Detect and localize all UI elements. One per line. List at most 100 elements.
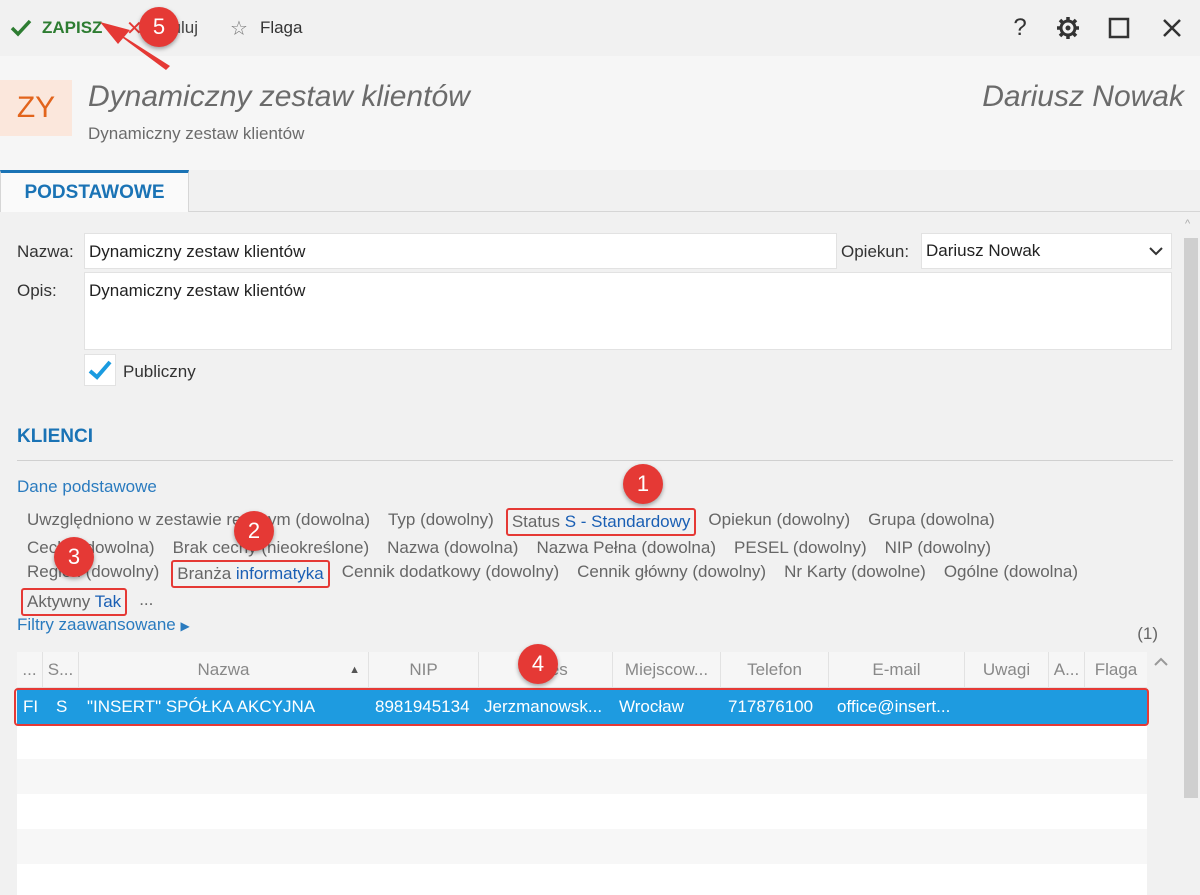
empty-row [17, 759, 1147, 794]
column-header-name[interactable]: Nazwa ▲ [79, 652, 369, 688]
public-label: Publiczny [123, 362, 196, 381]
public-checkbox[interactable] [84, 354, 116, 386]
tab-bar: PODSTAWOWE [0, 170, 1200, 213]
filter-item[interactable]: Aktywny Tak [21, 588, 128, 616]
filter-label: Grupa [868, 510, 916, 529]
filter-suffix: (dowolny) [80, 562, 160, 581]
checkmark-icon [88, 360, 112, 380]
filter-label: Nr Karty [784, 562, 847, 581]
annotation-badge-3: 3 [54, 537, 94, 577]
filter-label: Typ [387, 510, 416, 529]
filter-item[interactable]: NIP (dowolny) [885, 536, 991, 560]
filter-item[interactable]: Uwzględniono w zestawie ręcznym (dowolna… [27, 508, 370, 536]
filter-suffix: (dowolny) [788, 538, 867, 557]
tab-podstawowe[interactable]: PODSTAWOWE [0, 170, 189, 213]
filter-suffix: (dowolna) [915, 510, 995, 529]
sort-ascending-icon: ▲ [349, 664, 360, 676]
star-icon: ☆ [230, 17, 248, 40]
triangle-right-icon: ▶ [180, 619, 190, 633]
filter-suffix: (dowolny) [415, 510, 494, 529]
filter-label: PESEL [734, 538, 789, 557]
filter-suffix: (dowolny) [480, 562, 560, 581]
annotation-badge-1: 1 [623, 464, 663, 504]
opiekun-label: Opiekun: [841, 242, 910, 261]
filter-suffix: (dowolna) [998, 562, 1079, 581]
filter-item[interactable]: Nazwa (dowolna) [387, 536, 518, 560]
opis-textarea[interactable]: Dynamiczny zestaw klientów [84, 272, 1172, 350]
grid-scroll-up-icon[interactable] [1154, 654, 1168, 670]
filter-label: NIP [884, 538, 913, 557]
filter-suffix: (nieokreślone) [256, 538, 370, 557]
filter-row: Cechy (dowolna) Brak cechy (nieokreślone)… [27, 536, 1157, 560]
annotation-box-row [14, 688, 1149, 726]
opiekun-select[interactable]: Dariusz Nowak [921, 233, 1172, 269]
filter-suffix: (dowolny) [912, 538, 992, 557]
page-title: Dynamiczny zestaw klientów [88, 80, 470, 113]
filter-item[interactable]: Grupa (dowolna) [868, 508, 995, 536]
filter-item[interactable]: Region (dowolny) [27, 560, 159, 588]
advanced-filters-link[interactable]: Filtry zaawansowane ▶ [17, 615, 190, 635]
filter-item[interactable]: Opiekun (dowolny) [708, 508, 850, 536]
filter-label: Aktywny [27, 592, 95, 611]
basic-data-link[interactable]: Dane podstawowe [17, 477, 157, 497]
column-header[interactable]: A... [1049, 652, 1085, 688]
filter-suffix: (dowolny) [771, 510, 851, 529]
user-name: Dariusz Nowak [982, 80, 1184, 113]
column-header[interactable]: Flaga [1085, 652, 1147, 688]
filter-item[interactable]: Typ (dowolny) [388, 508, 494, 536]
flag-button[interactable]: ☆ Flaga [230, 16, 302, 40]
filter-label: Status [511, 512, 565, 531]
column-header[interactable]: E-mail [829, 652, 965, 688]
filter-suffix: (dowolna) [636, 538, 716, 557]
filter-item[interactable]: Nr Karty (dowolne) [784, 560, 926, 588]
name-label: Nazwa: [17, 242, 74, 261]
page-subtitle: Dynamiczny zestaw klientów [88, 124, 305, 143]
filter-label: Ogólne [943, 562, 999, 581]
section-title: KLIENCI [17, 426, 93, 447]
section-divider [17, 460, 1173, 461]
filter-label: Cennik dodatkowy [341, 562, 481, 581]
filter-item[interactable]: Cennik dodatkowy (dowolny) [342, 560, 559, 588]
filter-value: S - Standardowy [564, 512, 691, 531]
filter-item[interactable]: ... [139, 588, 153, 616]
scrollbar-thumb[interactable] [1184, 238, 1198, 798]
filter-suffix: (dowolna) [439, 538, 519, 557]
filter-suffix: (dowolna) [290, 510, 370, 529]
filter-label: Nazwa [387, 538, 440, 557]
gear-icon[interactable] [1054, 14, 1082, 42]
help-icon[interactable]: ? [1006, 14, 1034, 42]
annotation-badge-5: 5 [139, 7, 179, 47]
column-header[interactable]: Uwagi [965, 652, 1049, 688]
name-field[interactable]: Dynamiczny zestaw klientów [84, 233, 837, 269]
column-header[interactable]: NIP [369, 652, 479, 688]
scroll-up-icon[interactable]: ^ [1185, 218, 1190, 230]
filter-row: Uwzględniono w zestawie ręcznym (dowolna… [27, 508, 1157, 536]
filter-item[interactable]: Status S - Standardowy [505, 508, 697, 536]
filter-label: ... [139, 590, 154, 609]
advanced-filters-label: Filtry zaawansowane [17, 615, 176, 634]
column-header[interactable]: Telefon [721, 652, 829, 688]
column-header[interactable]: ... [17, 652, 43, 688]
filter-label: Branża [177, 564, 236, 583]
filter-item[interactable]: PESEL (dowolny) [734, 536, 867, 560]
filter-label: Opiekun [708, 510, 772, 529]
filter-item[interactable]: Ogólne (dowolna) [944, 560, 1078, 588]
main-content: Nazwa: Dynamiczny zestaw klientów Opieku… [0, 212, 1180, 895]
annotation-badge-2: 2 [234, 511, 274, 551]
filter-value: Tak [94, 592, 122, 611]
empty-row [17, 829, 1147, 864]
filter-item[interactable]: Branża informatyka [171, 560, 330, 588]
filter-label: Cennik główny [577, 562, 688, 581]
record-count: (1) [1137, 624, 1158, 643]
column-header-label: Nazwa [197, 660, 250, 679]
maximize-icon[interactable] [1105, 14, 1133, 42]
filter-item[interactable]: Cennik główny (dowolny) [577, 560, 766, 588]
column-header[interactable]: S... [43, 652, 79, 688]
avatar: ZY [0, 80, 72, 136]
filter-value: informatyka [235, 564, 324, 583]
filter-suffix: (dowolne) [846, 562, 926, 581]
close-icon[interactable] [1158, 14, 1186, 42]
filter-item[interactable]: Nazwa Pełna (dowolna) [536, 536, 716, 560]
column-header[interactable]: Miejscow... [613, 652, 721, 688]
filter-row: Aktywny Tak... [21, 588, 1157, 616]
